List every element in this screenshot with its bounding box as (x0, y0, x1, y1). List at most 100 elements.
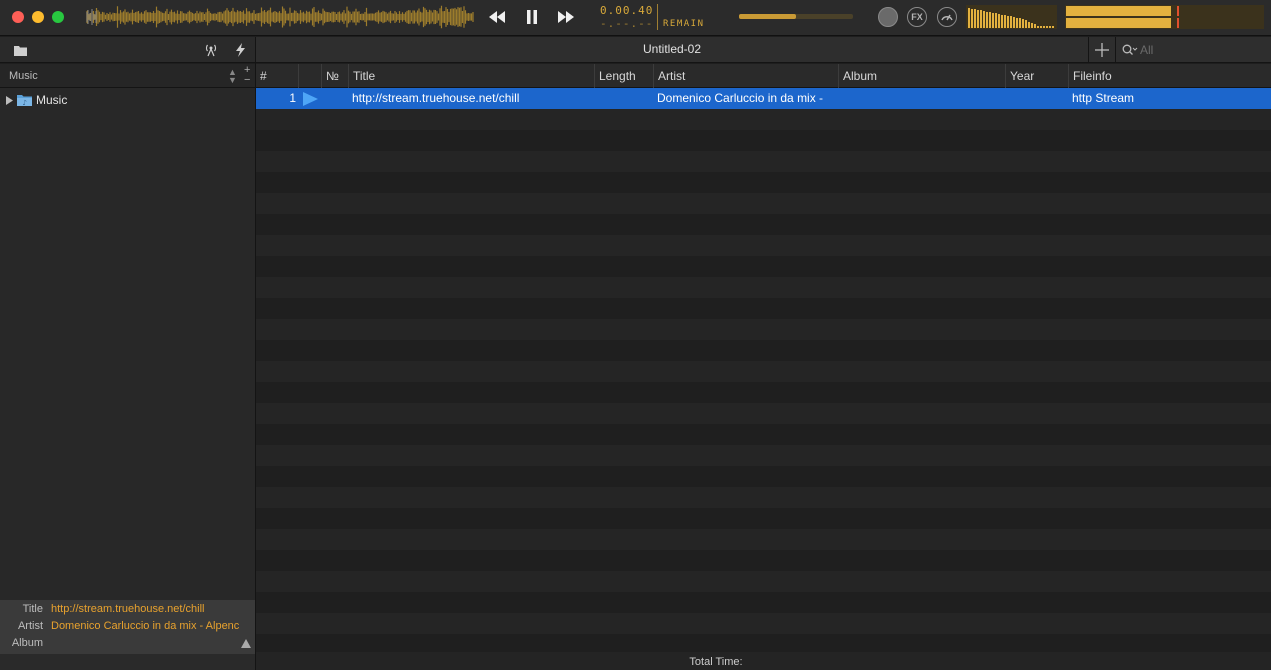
svg-text:♪: ♪ (23, 99, 27, 106)
column-fileinfo[interactable]: Fileinfo (1069, 64, 1271, 88)
spectrum-bar (977, 9, 979, 28)
info-title-value: http://stream.truehouse.net/chill (51, 603, 205, 615)
info-artist-value: Domenico Carluccio in da mix - Alpenc (51, 620, 240, 632)
lightning-icon[interactable] (232, 42, 248, 58)
window-zoom-button[interactable] (52, 11, 64, 23)
record-button[interactable] (878, 7, 898, 27)
column-length[interactable]: Length (595, 64, 654, 88)
tab-playlist[interactable]: Untitled-02 (256, 42, 1088, 56)
info-artist-key: Artist (17, 620, 43, 632)
playlist-column-header: # № Title Length Artist Album Year Filei… (256, 64, 1271, 88)
playlist-tabbar: Untitled-02 (256, 37, 1271, 63)
info-artist-row: Artist Domenico Carluccio in da mix - Al… (0, 620, 255, 637)
row-index: 1 (289, 91, 296, 105)
fast-forward-button[interactable] (553, 7, 579, 27)
right-level-meter (1066, 18, 1263, 28)
empty-row-stripe (256, 571, 1271, 592)
radio-antenna-icon[interactable] (203, 42, 219, 58)
empty-row-stripe (256, 193, 1271, 214)
spectrum-bar (998, 14, 1000, 28)
row-title: http://stream.truehouse.net/chill (352, 91, 520, 105)
total-time-label: Total Time: (689, 656, 743, 668)
spectrum-bar (1025, 20, 1027, 28)
search-icon (1122, 44, 1138, 55)
rewind-icon (489, 11, 505, 23)
spectrum-bar (1013, 17, 1015, 28)
empty-row-stripe (256, 109, 1271, 130)
pause-button[interactable] (519, 7, 545, 27)
empty-row-stripe (256, 445, 1271, 466)
spectrum-bar (1019, 18, 1021, 28)
spectrum-bar (995, 13, 997, 28)
lcd-divider (657, 4, 658, 30)
spectrum-bar (1031, 23, 1033, 28)
spectrum-bar (986, 11, 988, 28)
column-artist[interactable]: Artist (654, 64, 839, 88)
spectrum-bar (1028, 21, 1030, 28)
empty-row-stripe (256, 361, 1271, 382)
source-selector-label: Music (9, 70, 38, 82)
column-album[interactable]: Album (839, 64, 1006, 88)
status-bar: Total Time: (256, 652, 1271, 670)
spectrum-bar (1046, 26, 1048, 28)
player-toolbar: 0.00.40 -.--.-- REMAIN FX (0, 0, 1271, 36)
left-level-meter (1066, 6, 1263, 16)
rewind-button[interactable] (484, 7, 510, 27)
info-title-row: Title http://stream.truehouse.net/chill (0, 603, 255, 620)
fx-icon: FX (911, 12, 923, 22)
search-input[interactable] (1140, 43, 1260, 57)
level-meters (1065, 5, 1264, 29)
spectrum-analyzer[interactable] (966, 5, 1057, 29)
spectrum-bar (968, 8, 970, 28)
time-mode-label[interactable]: REMAIN (663, 19, 705, 29)
sidebar-item-music[interactable]: ♪ Music (6, 91, 67, 109)
window-close-button[interactable] (12, 11, 24, 23)
left-level-fill (1066, 6, 1171, 16)
empty-row-stripe (256, 319, 1271, 340)
empty-row-stripe (256, 487, 1271, 508)
pause-icon (527, 10, 537, 24)
folder-icon[interactable] (12, 42, 28, 58)
spectrum-bar (1040, 26, 1042, 28)
info-title-key: Title (22, 603, 43, 615)
playlist-search[interactable] (1122, 42, 1267, 58)
spectrum-bar (992, 12, 994, 28)
disclosure-triangle-icon[interactable] (6, 95, 13, 105)
source-selector[interactable]: Music ▲ ▼ + − (0, 64, 255, 88)
column-title[interactable]: Title (349, 64, 595, 88)
info-album-row: Album (0, 637, 255, 654)
column-year[interactable]: Year (1006, 64, 1069, 88)
empty-row-stripe (256, 613, 1271, 634)
collapse-arrow-icon[interactable] (241, 639, 251, 648)
plus-icon (1095, 42, 1109, 57)
spectrum-bar (1052, 26, 1054, 28)
gauge-button[interactable] (937, 7, 957, 27)
updown-chevron-icon: ▲ ▼ (228, 67, 237, 85)
spectrum-bar (1010, 16, 1012, 28)
elapsed-time-display[interactable]: 0.00.40 (600, 4, 653, 17)
empty-row-stripe (256, 235, 1271, 256)
spectrum-bar (1007, 15, 1009, 28)
column-playing[interactable] (299, 64, 322, 88)
empty-row-stripe (256, 403, 1271, 424)
empty-row-stripe (256, 277, 1271, 298)
spectrum-bar (1016, 17, 1018, 28)
table-row[interactable]: 1 http://stream.truehouse.net/chill Dome… (256, 88, 1271, 109)
remaining-time-display: -.--.-- (600, 17, 654, 30)
column-number[interactable]: № (322, 64, 349, 88)
spectrum-bar (983, 11, 985, 28)
spectrum-bar (971, 8, 973, 28)
row-fileinfo: http Stream (1072, 91, 1135, 105)
volume-slider[interactable] (739, 14, 853, 19)
add-playlist-button[interactable] (1088, 37, 1116, 62)
empty-row-stripe (256, 529, 1271, 550)
left-peak-marker (1177, 6, 1179, 16)
right-peak-marker (1177, 18, 1179, 28)
window-minimize-button[interactable] (32, 11, 44, 23)
column-index[interactable]: # (256, 64, 299, 88)
fx-button[interactable]: FX (907, 7, 927, 27)
waveform-seek-bar[interactable] (86, 4, 474, 30)
sidebar-toolbar (0, 37, 255, 63)
add-remove-source-button[interactable]: + − (244, 65, 250, 86)
spectrum-bar (1034, 24, 1036, 28)
